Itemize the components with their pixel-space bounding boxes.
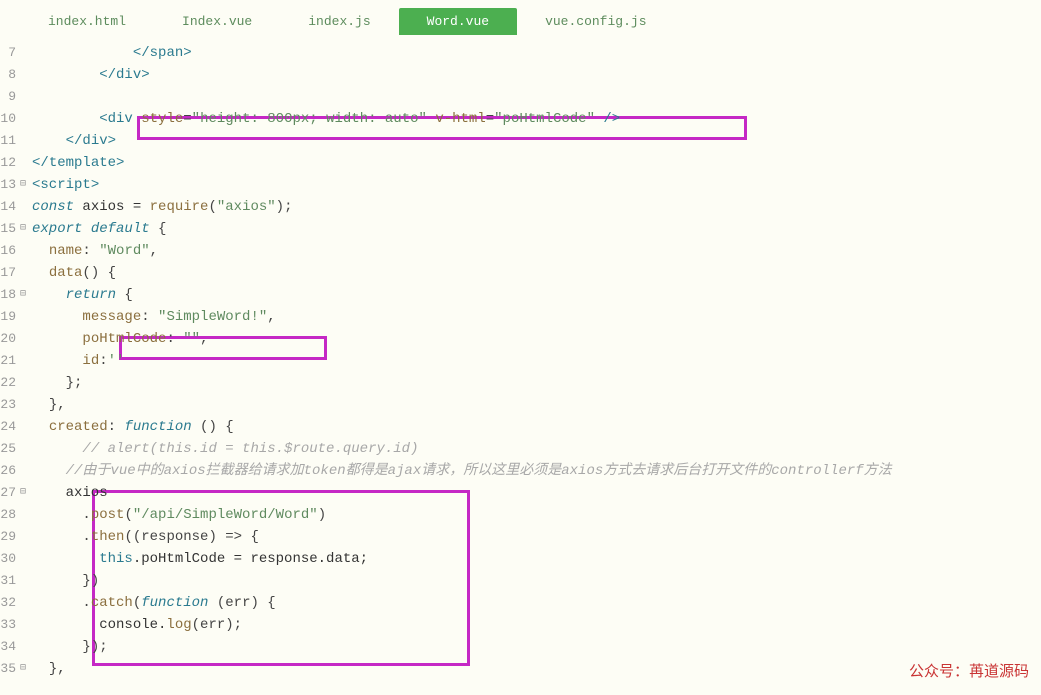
line-number: 18⊟: [0, 284, 26, 306]
line-number: 30: [0, 548, 26, 570]
code-line[interactable]: const axios = require("axios");: [32, 196, 1041, 218]
code-line[interactable]: message: "SimpleWord!",: [32, 306, 1041, 328]
tab-Word-vue[interactable]: Word.vue: [399, 8, 517, 35]
line-number: 29: [0, 526, 26, 548]
code-line[interactable]: axios: [32, 482, 1041, 504]
code-line[interactable]: </div>: [32, 130, 1041, 152]
line-number: 25: [0, 438, 26, 460]
watermark: 公众号：苒道源码: [909, 660, 1029, 681]
line-number: 14: [0, 196, 26, 218]
code-line[interactable]: });: [32, 636, 1041, 658]
tab-bar: index.htmlIndex.vueindex.jsWord.vuevue.c…: [0, 0, 1041, 36]
code-line[interactable]: //由于vue中的axios拦截器给请求加token都得是ajax请求，所以这里…: [32, 460, 1041, 482]
line-number: 10: [0, 108, 26, 130]
line-number: 31: [0, 570, 26, 592]
code-editor: index.htmlIndex.vueindex.jsWord.vuevue.c…: [0, 0, 1041, 695]
line-number: 32: [0, 592, 26, 614]
code-line[interactable]: };: [32, 372, 1041, 394]
code-line[interactable]: created: function () {: [32, 416, 1041, 438]
code-line[interactable]: [32, 86, 1041, 108]
code-line[interactable]: this.poHtmlCode = response.data;: [32, 548, 1041, 570]
line-number: 16: [0, 240, 26, 262]
line-number: 20: [0, 328, 26, 350]
code-area[interactable]: 78910111213⊟1415⊟161718⊟1920212223242526…: [0, 36, 1041, 695]
line-number: 9: [0, 86, 26, 108]
code-line[interactable]: </div>: [32, 64, 1041, 86]
code-line[interactable]: },: [32, 394, 1041, 416]
line-number: 15⊟: [0, 218, 26, 240]
line-number: 8: [0, 64, 26, 86]
code-line[interactable]: poHtmlCode: "",: [32, 328, 1041, 350]
code-line[interactable]: <div style="height: 800px; width: auto" …: [32, 108, 1041, 130]
line-number: 12: [0, 152, 26, 174]
tab-index-js[interactable]: index.js: [280, 8, 398, 35]
code-line[interactable]: data() {: [32, 262, 1041, 284]
line-gutter: 78910111213⊟1415⊟161718⊟1920212223242526…: [0, 42, 32, 695]
line-number: 33: [0, 614, 26, 636]
line-number: 26: [0, 460, 26, 482]
line-number: 17: [0, 262, 26, 284]
line-number: 21: [0, 350, 26, 372]
code-line[interactable]: },: [32, 658, 1041, 680]
code-line[interactable]: .then((response) => {: [32, 526, 1041, 548]
code-line[interactable]: console.log(err);: [32, 614, 1041, 636]
line-number: 24: [0, 416, 26, 438]
line-number: 11: [0, 130, 26, 152]
tab-index-html[interactable]: index.html: [20, 8, 154, 35]
line-number: 7: [0, 42, 26, 64]
code-line[interactable]: export default {: [32, 218, 1041, 240]
tab-vue-config-js[interactable]: vue.config.js: [517, 8, 674, 35]
code-line[interactable]: // alert(this.id = this.$route.query.id): [32, 438, 1041, 460]
code-line[interactable]: .catch(function (err) {: [32, 592, 1041, 614]
code-line[interactable]: </template>: [32, 152, 1041, 174]
line-number: 35⊟: [0, 658, 26, 680]
line-number: 19: [0, 306, 26, 328]
code-content[interactable]: </span> </div> <div style="height: 800px…: [32, 42, 1041, 695]
code-line[interactable]: name: "Word",: [32, 240, 1041, 262]
tab-Index-vue[interactable]: Index.vue: [154, 8, 280, 35]
code-line[interactable]: .post("/api/SimpleWord/Word"): [32, 504, 1041, 526]
line-number: 22: [0, 372, 26, 394]
code-line[interactable]: </span>: [32, 42, 1041, 64]
line-number: 13⊟: [0, 174, 26, 196]
code-line[interactable]: }): [32, 570, 1041, 592]
code-line[interactable]: <script>: [32, 174, 1041, 196]
code-line[interactable]: return {: [32, 284, 1041, 306]
line-number: 28: [0, 504, 26, 526]
code-line[interactable]: id:'': [32, 350, 1041, 372]
line-number: 23: [0, 394, 26, 416]
line-number: 34: [0, 636, 26, 658]
line-number: 27⊟: [0, 482, 26, 504]
